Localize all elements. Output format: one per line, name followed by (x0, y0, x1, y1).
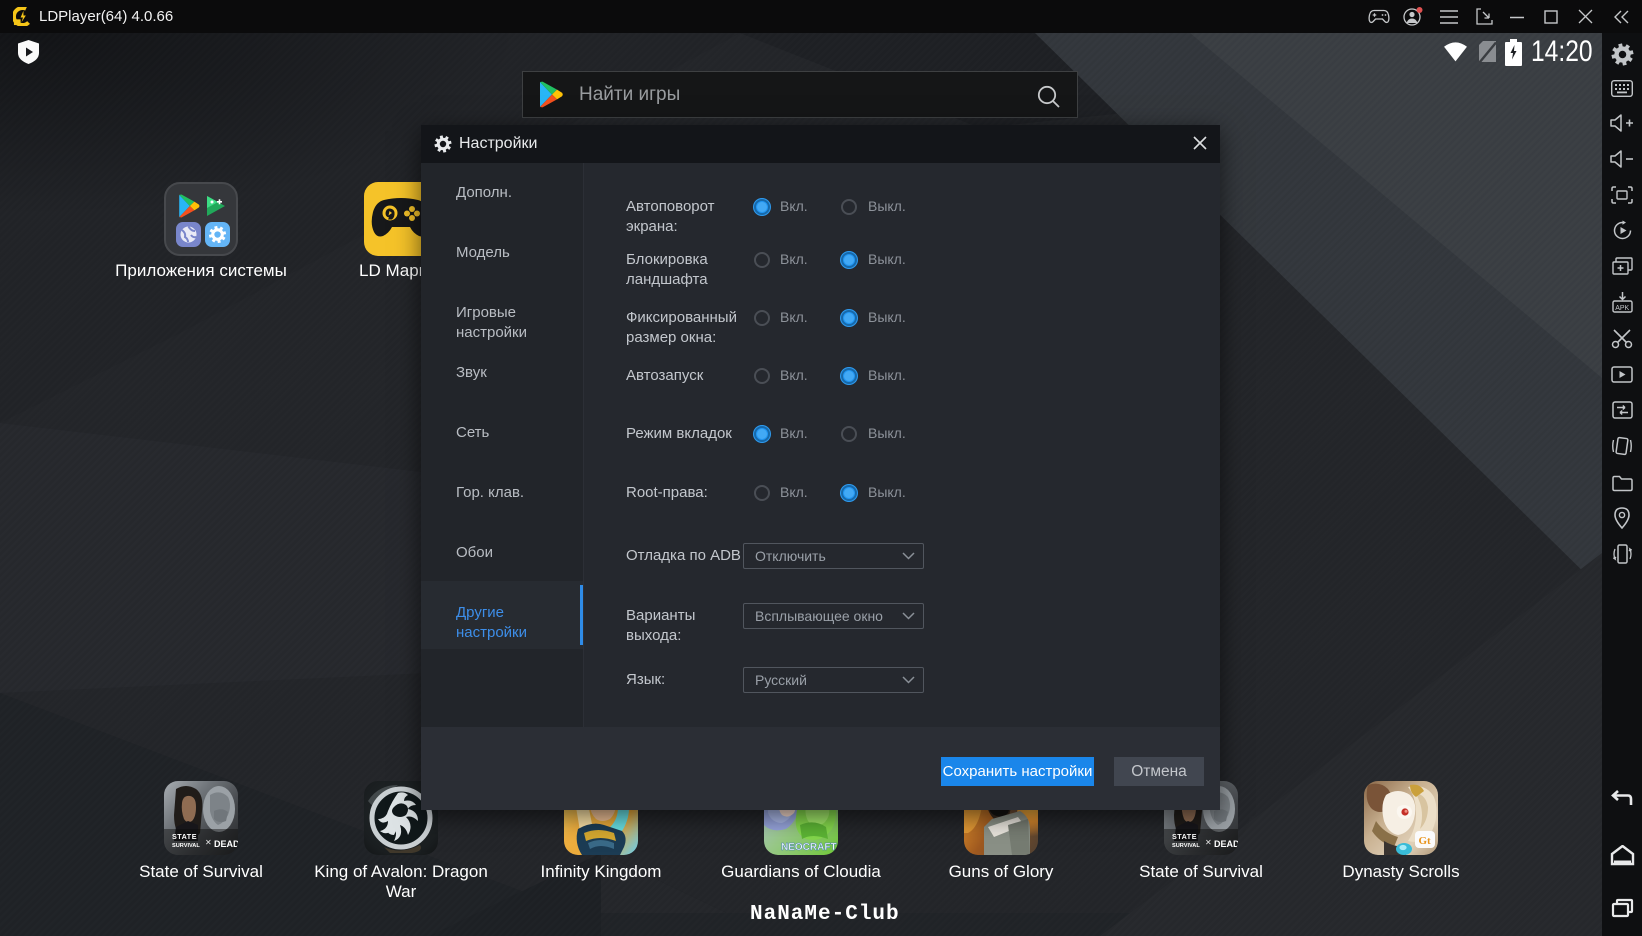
svg-text:NEOCRAFT: NEOCRAFT (781, 842, 837, 853)
svg-text:✕: ✕ (205, 838, 212, 847)
svg-text:SURVIVAL: SURVIVAL (1172, 843, 1200, 849)
svg-text:STATE: STATE (1172, 832, 1197, 841)
svg-text:STATE: STATE (172, 832, 197, 841)
svg-text:APK: APK (1615, 305, 1629, 312)
svg-text:DEAD: DEAD (1214, 839, 1238, 849)
svg-text:✕: ✕ (1205, 838, 1212, 847)
svg-text:Gt: Gt (1419, 835, 1432, 847)
svg-text:DEAD: DEAD (214, 839, 238, 849)
svg-text:SURVIVAL: SURVIVAL (172, 843, 200, 849)
